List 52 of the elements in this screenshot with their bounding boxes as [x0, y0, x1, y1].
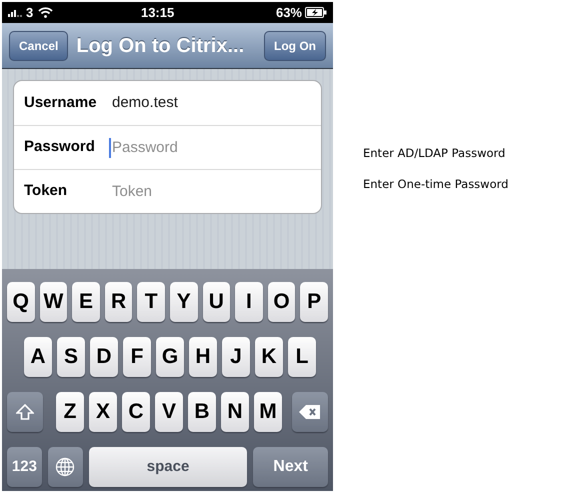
keyboard-key[interactable]: A — [24, 337, 52, 377]
backspace-icon — [299, 405, 321, 419]
numbers-key[interactable]: 123 — [7, 447, 42, 487]
keyboard-key[interactable]: F — [123, 337, 151, 377]
globe-key[interactable] — [48, 447, 83, 487]
shift-key[interactable] — [7, 392, 43, 432]
keyboard-key[interactable]: O — [268, 282, 296, 322]
field-label: Password — [24, 137, 96, 158]
signal-icon — [8, 8, 24, 17]
keyboard-key[interactable]: P — [300, 282, 328, 322]
keyboard-key[interactable]: R — [104, 282, 132, 322]
field-label: Token — [24, 181, 68, 202]
input-field[interactable]: demo.test — [109, 93, 311, 113]
keyboard-key[interactable]: G — [156, 337, 184, 377]
space-key[interactable]: space — [88, 447, 248, 487]
keyboard-key[interactable]: J — [222, 337, 250, 377]
keyboard-key[interactable]: D — [90, 337, 118, 377]
clock-label: 13:15 — [140, 4, 176, 22]
battery-icon — [305, 7, 327, 18]
delete-key[interactable] — [292, 392, 328, 432]
annotation-text: Enter One-time Password — [363, 176, 508, 194]
keyboard-key[interactable]: Q — [7, 282, 35, 322]
cancel-button[interactable]: Cancel — [9, 30, 68, 60]
keyboard-key[interactable]: E — [72, 282, 100, 322]
field-label: Username — [24, 92, 98, 113]
keyboard-key[interactable]: T — [137, 282, 165, 322]
screen-title: Log On to Citrix... — [76, 34, 246, 58]
keyboard-key[interactable]: L — [288, 337, 316, 377]
keyboard-key[interactable]: I — [235, 282, 263, 322]
carrier-label: 3 — [26, 4, 34, 22]
annotation-text: Enter AD/LDAP Password — [363, 145, 506, 162]
keyboard-key[interactable]: Z — [56, 392, 84, 432]
keyboard-key[interactable]: N — [221, 392, 249, 432]
keyboard-key[interactable]: M — [254, 392, 282, 432]
keyboard-key[interactable]: S — [57, 337, 85, 377]
input-field[interactable]: Password — [109, 138, 311, 158]
next-key[interactable]: Next — [253, 447, 328, 487]
battery-label: 63% — [276, 4, 302, 22]
keyboard-key[interactable]: W — [40, 282, 68, 322]
input-field[interactable]: Token — [109, 182, 311, 202]
log-on-button[interactable]: Log On — [264, 30, 326, 60]
keyboard-key[interactable]: B — [188, 392, 216, 432]
wifi-icon — [38, 7, 54, 18]
keyboard-key[interactable]: V — [155, 392, 183, 432]
shift-arrow-icon — [16, 404, 34, 420]
keyboard-key[interactable]: Y — [170, 282, 198, 322]
keyboard-key[interactable]: K — [255, 337, 283, 377]
keyboard-key[interactable]: C — [122, 392, 150, 432]
keyboard-key[interactable]: U — [202, 282, 230, 322]
globe-icon — [55, 457, 76, 477]
keyboard-key[interactable]: H — [189, 337, 217, 377]
keyboard-key[interactable]: X — [89, 392, 117, 432]
